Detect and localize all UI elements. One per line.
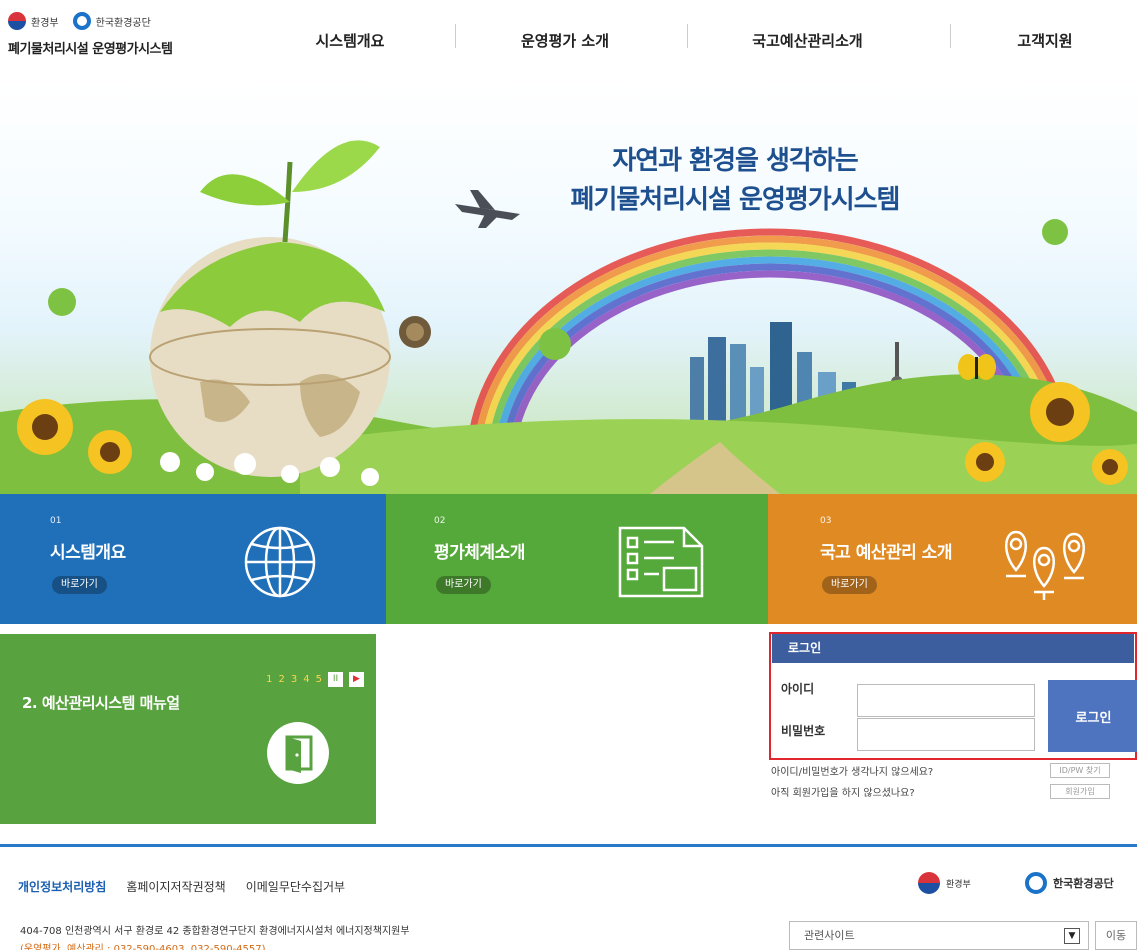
footer-address: 404-708 인천광역시 서구 환경로 42 종합환경연구단지 환경에너지시설… xyxy=(20,926,410,937)
main-nav: 시스템개요 운영평가 소개 국고예산관리소개 고객지원 xyxy=(250,0,1137,82)
tile-number: 01 xyxy=(50,516,62,526)
id-label: 아이디 xyxy=(781,682,815,696)
system-title: 폐기물처리시설 운영평가시스템 xyxy=(8,42,173,57)
hero-banner: 자연과 환경을 생각하는 폐기물처리시설 운영평가시스템 xyxy=(0,82,1137,494)
chevron-down-icon: ▼ xyxy=(1064,928,1080,944)
find-id-pw-button[interactable]: ID/PW 찾기 xyxy=(1050,763,1110,778)
nav-evaluation-intro[interactable]: 운영평가 소개 xyxy=(495,30,635,51)
manual-title[interactable]: 2. 예산관리시스템 매뉴얼 xyxy=(22,692,180,713)
mini-globe-graphic xyxy=(48,288,76,316)
mini-globe-graphic xyxy=(539,328,571,360)
email-refusal-link[interactable]: 이메일무단수집거부 xyxy=(246,878,345,895)
ministry-logo: 환경부 xyxy=(8,12,59,30)
pager-page-3[interactable]: 3 xyxy=(291,674,297,685)
shortcut-button[interactable]: 바로가기 xyxy=(436,576,491,594)
notice-slider-panel: 1 2 3 4 5 II ▶ 2. 예산관리시스템 매뉴얼 xyxy=(0,634,376,824)
copyright-policy-link[interactable]: 홈페이지저작권정책 xyxy=(126,878,225,895)
airplane-graphic xyxy=(455,190,520,228)
header: 환경부 한국환경공단 폐기물처리시설 운영평가시스템 시스템개요 운영평가 소개… xyxy=(0,0,1137,82)
nav-customer-support[interactable]: 고객지원 xyxy=(985,30,1105,51)
quick-link-tiles: 01 시스템개요 바로가기 02 평가체계소개 바로가기 03 국고 예산관리 … xyxy=(0,494,1137,624)
signup-button[interactable]: 회원가입 xyxy=(1050,784,1110,799)
taegeuk-icon xyxy=(918,872,940,894)
snail-graphic xyxy=(399,316,431,348)
globe-graphic xyxy=(149,237,391,477)
hero-headline-line1: 자연과 환경을 생각하는 xyxy=(612,146,858,176)
hero-headline: 자연과 환경을 생각하는 폐기물처리시설 운영평가시스템 xyxy=(520,140,950,216)
kec-ring-icon xyxy=(72,12,91,30)
location-pin-icon xyxy=(1005,530,1085,600)
nav-divider xyxy=(950,24,951,48)
next-button[interactable]: ▶ xyxy=(349,672,364,687)
pause-button[interactable]: II xyxy=(328,672,343,687)
nav-divider xyxy=(455,24,456,48)
tile-budget-management[interactable]: 03 국고 예산관리 소개 바로가기 xyxy=(768,494,1137,624)
tile-title: 국고 예산관리 소개 xyxy=(820,543,952,563)
sprout-graphic xyxy=(200,140,380,243)
hero-headline-line2: 폐기물처리시설 운영평가시스템 xyxy=(570,185,901,215)
pager-page-2[interactable]: 2 xyxy=(279,674,285,685)
go-button[interactable]: 이동 xyxy=(1095,921,1137,950)
privacy-policy-link[interactable]: 개인정보처리방침 xyxy=(18,878,106,895)
password-input[interactable] xyxy=(857,718,1035,751)
signup-prompt-text: 아직 회원가입을 하지 않으셨나요? xyxy=(771,788,915,799)
nav-budget-intro[interactable]: 국고예산관리소개 xyxy=(720,30,895,51)
globe-icon xyxy=(244,526,316,598)
mini-globe-graphic xyxy=(1042,219,1068,245)
tile-title: 시스템개요 xyxy=(50,543,126,563)
logo-area[interactable]: 환경부 한국환경공단 폐기물처리시설 운영평가시스템 xyxy=(8,10,253,57)
forgot-credentials-text: 아이디/비밀번호가 생각나지 않으세요? xyxy=(771,767,934,778)
shortcut-button[interactable]: 바로가기 xyxy=(52,576,107,594)
password-label: 비밀번호 xyxy=(781,724,826,738)
door-exit-icon xyxy=(285,735,313,773)
login-button[interactable]: 로그인 xyxy=(1048,680,1137,752)
related-sites-select[interactable]: 관련사이트 ▼ xyxy=(789,921,1089,950)
checklist-document-icon xyxy=(618,526,704,598)
shortcut-button[interactable]: 바로가기 xyxy=(822,576,877,594)
manual-icon-badge[interactable] xyxy=(267,722,329,784)
pager-page-5[interactable]: 5 xyxy=(316,674,322,685)
pager-page-1[interactable]: 1 xyxy=(266,674,272,685)
taegeuk-icon xyxy=(8,12,26,30)
tile-title: 평가체계소개 xyxy=(434,543,525,563)
nav-divider xyxy=(687,24,688,48)
pager-page-4[interactable]: 4 xyxy=(303,674,309,685)
tile-number: 02 xyxy=(434,516,446,526)
tile-evaluation-system[interactable]: 02 평가체계소개 바로가기 xyxy=(386,494,768,624)
slide-pager: 1 2 3 4 5 II ▶ xyxy=(266,672,364,687)
login-box: 로그인 아이디 비밀번호 로그인 xyxy=(769,632,1137,760)
footer-divider xyxy=(0,844,1137,847)
kec-ring-icon xyxy=(1025,872,1047,894)
corp-logo: 한국환경공단 xyxy=(72,12,151,30)
related-sites-value: 관련사이트 xyxy=(804,929,855,942)
tile-number: 03 xyxy=(820,516,832,526)
butterfly-graphic xyxy=(958,354,996,380)
footer-ministry-logo[interactable]: 환경부 xyxy=(918,872,971,894)
footer-contact: (운영평가, 예산관리 : 032-590-4603, 032-590-4557… xyxy=(20,944,266,950)
id-input[interactable] xyxy=(857,684,1035,717)
footer-corp-logo[interactable]: 한국환경공단 xyxy=(1025,872,1114,894)
login-heading: 로그인 xyxy=(772,634,1134,663)
tile-system-overview[interactable]: 01 시스템개요 바로가기 xyxy=(0,494,386,624)
nav-system-overview[interactable]: 시스템개요 xyxy=(290,30,410,51)
footer-links: 개인정보처리방침 홈페이지저작권정책 이메일무단수집거부 xyxy=(18,878,345,895)
